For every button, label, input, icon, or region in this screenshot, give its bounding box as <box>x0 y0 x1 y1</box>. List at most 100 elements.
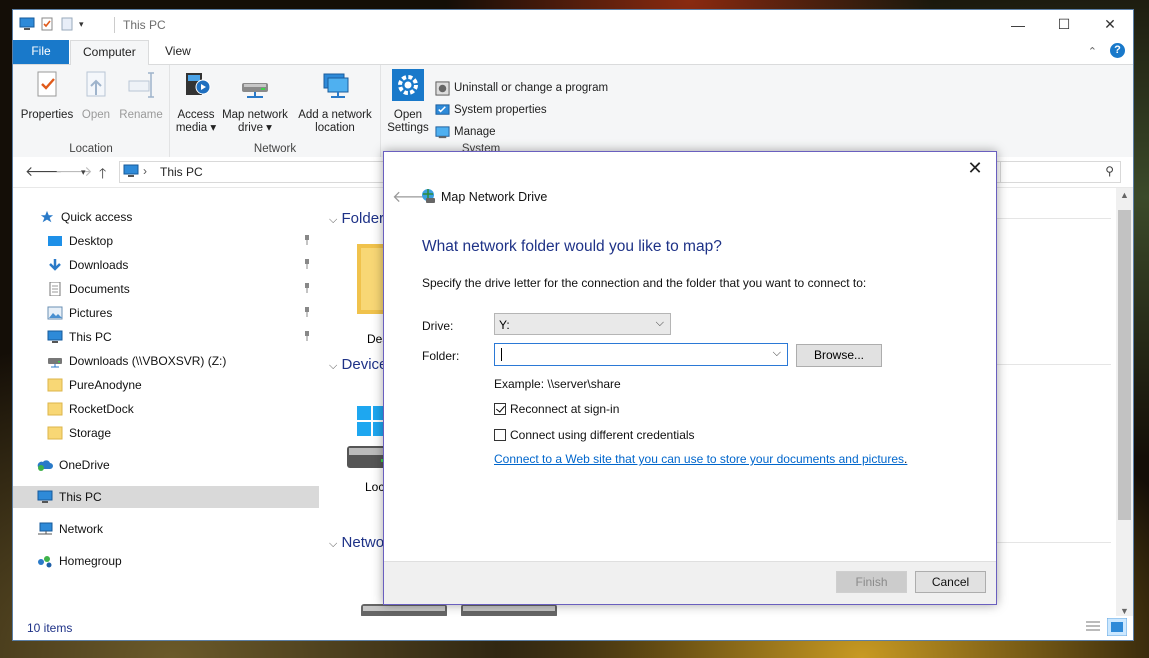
finish-button[interactable]: Finish <box>836 571 907 593</box>
search-icon: ⚲ <box>1105 164 1114 178</box>
properties-qat-icon[interactable] <box>39 16 55 32</box>
this-pc-icon[interactable] <box>19 16 35 32</box>
pin-icon[interactable] <box>303 283 311 293</box>
open-settings-button[interactable]: Open Settings <box>385 69 431 135</box>
system-properties-icon <box>435 103 450 115</box>
chevron-down-icon: ⌵ <box>329 214 338 226</box>
pin-icon[interactable] <box>303 331 311 341</box>
divider <box>997 364 1111 365</box>
different-credentials-checkbox[interactable] <box>494 429 506 441</box>
section-devices-heading[interactable]: ⌵ Device <box>329 356 387 373</box>
documents-icon <box>49 282 61 296</box>
drive-label: Drive: <box>422 319 454 333</box>
chevron-down-icon[interactable]: ⌵ <box>773 347 781 360</box>
scroll-up-icon[interactable]: ▲ <box>1120 190 1129 200</box>
add-network-location-button[interactable]: Add a network location <box>294 69 376 135</box>
browse-button[interactable]: Browse... <box>796 344 882 367</box>
maximize-button[interactable]: ☐ <box>1041 10 1087 39</box>
help-icon[interactable]: ? <box>1110 43 1125 58</box>
nav-item-quick-access[interactable]: Quick access <box>13 206 319 228</box>
ribbon-group-location: Properties Open Rename Location <box>13 65 170 157</box>
nav-item-pictures[interactable]: Pictures <box>13 302 319 324</box>
nav-item-this-pc[interactable]: This PC <box>13 486 319 508</box>
nav-item-desktop[interactable]: Desktop <box>13 230 319 252</box>
large-icons-view-icon[interactable] <box>1107 618 1127 636</box>
web-storage-link[interactable]: Connect to a Web site that you can use t… <box>494 452 907 466</box>
vertical-scrollbar[interactable]: ▲ ▼ <box>1116 188 1133 618</box>
address-text: This PC <box>160 165 203 179</box>
new-folder-qat-icon[interactable] <box>59 16 75 32</box>
pin-icon[interactable] <box>303 235 311 245</box>
window-controls: — ☐ ✕ <box>995 10 1133 39</box>
reconnect-checkbox[interactable] <box>494 403 506 415</box>
minimize-button[interactable]: — <box>995 10 1041 39</box>
folder-example: Example: \\server\share <box>494 377 621 391</box>
manage-button[interactable]: Manage <box>435 122 496 142</box>
nav-item-storage[interactable]: Storage <box>13 422 319 444</box>
nav-item-onedrive[interactable]: OneDrive <box>13 454 319 476</box>
scroll-down-icon[interactable]: ▼ <box>1120 606 1129 616</box>
divider <box>997 218 1111 219</box>
reconnect-checkbox-row[interactable]: Reconnect at sign-in <box>494 402 619 416</box>
access-media-icon <box>186 73 211 95</box>
nav-item-pureanodyne[interactable]: PureAnodyne <box>13 374 319 396</box>
rename-button[interactable]: Rename <box>117 69 165 122</box>
pin-icon[interactable] <box>303 259 311 269</box>
up-arrow-icon[interactable]: 🡑 <box>99 163 106 187</box>
ribbon-tabs: File Computer View ⌃ ? <box>13 40 1133 66</box>
scrollbar-thumb[interactable] <box>1118 210 1131 520</box>
navigation-pane: Quick access Desktop Downloads Documents… <box>13 188 319 618</box>
network-drive-icon <box>48 358 62 368</box>
nav-item-this-pc-quick[interactable]: This PC <box>13 326 319 348</box>
nav-item-downloads[interactable]: Downloads <box>13 254 319 276</box>
nav-item-network[interactable]: Network <box>13 518 319 540</box>
this-pc-icon <box>47 330 63 343</box>
drive-letter-value: Y: <box>499 318 510 332</box>
manage-icon <box>435 125 450 138</box>
qat-dropdown-icon[interactable]: ▾ <box>79 19 84 30</box>
collapse-ribbon-icon[interactable]: ⌃ <box>1088 45 1097 58</box>
title-bar: ▾ This PC — ☐ ✕ <box>13 10 1133 40</box>
section-network-heading[interactable]: ⌵ Netwo <box>329 534 384 551</box>
forward-arrow-icon[interactable]: 🡒 <box>55 163 93 180</box>
different-credentials-label: Connect using different credentials <box>510 428 695 442</box>
uninstall-program-button[interactable]: Uninstall or change a program <box>435 78 608 98</box>
chevron-down-icon: ⌵ <box>655 317 664 329</box>
open-icon <box>86 71 106 97</box>
item-count: 10 items <box>27 621 73 635</box>
close-window-button[interactable]: ✕ <box>1087 10 1133 39</box>
tab-file[interactable]: File <box>13 40 69 64</box>
credentials-checkbox-row[interactable]: Connect using different credentials <box>494 428 695 442</box>
quick-access-toolbar: ▾ <box>19 16 84 32</box>
cancel-button[interactable]: Cancel <box>915 571 986 593</box>
dialog-close-button[interactable]: ✕ <box>964 158 986 179</box>
ribbon: Properties Open Rename Location Access m… <box>13 65 1133 158</box>
map-drive-globe-icon <box>422 189 435 203</box>
nav-item-homegroup[interactable]: Homegroup <box>13 550 319 572</box>
tab-computer[interactable]: Computer <box>70 40 149 66</box>
section-folders-heading[interactable]: ⌵ Folder <box>329 210 384 227</box>
recent-locations-chevron-icon[interactable]: ▾ <box>81 167 86 178</box>
breadcrumb-chevron-icon[interactable]: › <box>143 164 147 178</box>
system-properties-button[interactable]: System properties <box>435 100 547 120</box>
nav-item-documents[interactable]: Documents <box>13 278 319 300</box>
settings-gear-icon <box>392 69 424 101</box>
open-button[interactable]: Open <box>79 69 113 122</box>
desktop-folder-icon[interactable] <box>357 244 385 314</box>
drive-letter-select[interactable]: Y: ⌵ <box>494 313 671 335</box>
folder-path-input[interactable]: ⌵ <box>494 343 788 366</box>
pin-icon[interactable] <box>303 307 311 317</box>
folder-icon <box>47 402 63 416</box>
dialog-instruction: Specify the drive letter for the connect… <box>422 276 867 290</box>
access-media-button[interactable]: Access media ▾ <box>174 69 218 135</box>
uninstall-icon <box>435 80 450 96</box>
nav-item-vbox-drive[interactable]: Downloads (\\VBOXSVR) (Z:) <box>13 350 319 372</box>
nav-item-rocketdock[interactable]: RocketDock <box>13 398 319 420</box>
details-view-icon[interactable] <box>1085 620 1101 634</box>
this-pc-address-icon <box>123 164 139 177</box>
ribbon-group-system: Open Settings Uninstall or change a prog… <box>381 65 621 157</box>
properties-button[interactable]: Properties <box>19 69 75 122</box>
tab-view[interactable]: View <box>153 40 203 64</box>
map-network-drive-button[interactable]: Map network drive ▾ <box>220 69 290 135</box>
download-arrow-icon <box>49 259 61 271</box>
